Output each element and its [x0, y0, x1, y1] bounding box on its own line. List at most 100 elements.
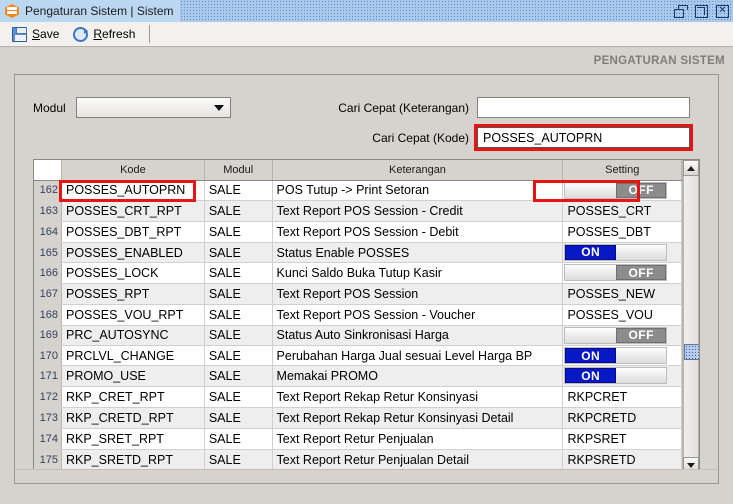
cell-setting[interactable]: OFF — [562, 180, 682, 201]
toggle-switch-on[interactable]: ON — [564, 347, 668, 365]
cell-modul[interactable]: SALE — [204, 365, 273, 387]
cell-modul[interactable]: SALE — [204, 407, 273, 429]
cell-keterangan[interactable]: Text Report Rekap Retur Konsinyasi Detai… — [272, 407, 564, 429]
cell-setting[interactable]: RKPSRETD — [562, 449, 682, 471]
cari-kode-input[interactable]: POSSES_AUTOPRN — [474, 124, 693, 151]
cell-kode[interactable]: PRCLVL_CHANGE — [61, 345, 205, 367]
cell-kode[interactable]: RKP_CRET_RPT — [61, 386, 205, 408]
cell-kode[interactable]: POSSES_VOU_RPT — [61, 304, 205, 326]
cell-keterangan[interactable]: Text Report POS Session - Debit — [272, 221, 564, 243]
scrollbar-track[interactable] — [683, 176, 699, 457]
toolbar: Save Refresh — [0, 22, 733, 47]
cell-setting[interactable]: OFF — [562, 262, 682, 284]
save-button[interactable]: Save — [8, 25, 69, 44]
close-icon[interactable]: ✕ — [716, 4, 729, 18]
cell-setting[interactable]: ON — [562, 365, 682, 387]
table-row[interactable]: 174 RKP_SRET_RPT SALE Text Report Retur Pen… — [34, 428, 682, 450]
cell-modul[interactable]: SALE — [204, 345, 273, 367]
column-header-keterangan[interactable]: Keterangan — [272, 160, 564, 181]
table-row[interactable]: 167 POSSES_RPT SALE Text Report POS Session… — [34, 283, 682, 305]
cell-modul[interactable]: SALE — [204, 386, 273, 408]
window-titlebar: Pengaturan Sistem | Sistem ✕ — [0, 0, 733, 22]
cell-keterangan[interactable]: Perubahan Harga Jual sesuai Level Harga … — [272, 345, 564, 367]
cell-kode[interactable]: RKP_CRETD_RPT — [61, 407, 205, 429]
cell-setting[interactable]: POSSES_NEW — [562, 283, 682, 305]
table-row[interactable]: 170 PRCLVL_CHANGE SALE Perubahan Harga Jual… — [34, 345, 682, 367]
vertical-scrollbar[interactable] — [682, 160, 699, 473]
cell-keterangan[interactable]: Text Report POS Session — [272, 283, 564, 305]
setting-value: RKPSRETD — [567, 452, 636, 467]
cell-keterangan[interactable]: Text Report Retur Penjualan — [272, 428, 564, 450]
cari-keterangan-input[interactable] — [477, 97, 690, 118]
toggle-switch-off[interactable]: OFF — [564, 264, 668, 282]
cell-keterangan[interactable]: Text Report Retur Penjualan Detail — [272, 449, 564, 471]
cell-keterangan[interactable]: Kunci Saldo Buka Tutup Kasir — [272, 262, 564, 284]
table-row[interactable]: 173 RKP_CRETD_RPT SALE Text Report Rekap Re… — [34, 407, 682, 429]
cell-modul[interactable]: SALE — [204, 449, 273, 471]
table-row[interactable]: 164 POSSES_DBT_RPT SALE Text Report POS Ses… — [34, 221, 682, 243]
cell-keterangan[interactable]: Text Report POS Session - Credit — [272, 200, 564, 222]
cell-modul[interactable]: SALE — [204, 304, 273, 326]
row-index: 166 — [34, 262, 62, 284]
cell-kode[interactable]: PRC_AUTOSYNC — [61, 325, 205, 347]
maximize-icon[interactable] — [695, 4, 708, 18]
table-row[interactable]: 165 POSSES_ENABLED SALE Status Enable POSSE… — [34, 242, 682, 264]
row-index: 170 — [34, 345, 62, 367]
cell-setting[interactable]: POSSES_VOU — [562, 304, 682, 326]
cell-setting[interactable]: RKPCRETD — [562, 407, 682, 429]
cell-modul[interactable]: SALE — [204, 242, 273, 264]
cell-kode[interactable]: POSSES_CRT_RPT — [61, 200, 205, 222]
cell-keterangan[interactable]: Status Auto Sinkronisasi Harga — [272, 325, 564, 347]
table-row[interactable]: 171 PROMO_USE SALE Memakai PROMO ON — [34, 365, 682, 387]
cell-modul[interactable]: SALE — [204, 180, 273, 201]
cell-modul[interactable]: SALE — [204, 200, 273, 222]
table-row[interactable]: 172 RKP_CRET_RPT SALE Text Report Rekap Ret… — [34, 386, 682, 408]
column-header-setting[interactable]: Setting — [562, 160, 682, 181]
cell-setting[interactable]: POSSES_DBT — [562, 221, 682, 243]
cell-modul[interactable]: SALE — [204, 262, 273, 284]
refresh-button[interactable]: Refresh — [69, 25, 145, 44]
cell-kode[interactable]: POSSES_ENABLED — [61, 242, 205, 264]
cari-keterangan-field-row: Cari Cepat (Keterangan) — [338, 97, 690, 118]
modul-select[interactable] — [75, 97, 231, 118]
cell-setting[interactable]: OFF — [562, 325, 682, 347]
table-row[interactable]: 175 RKP_SRETD_RPT SALE Text Report Retur Pe… — [34, 449, 682, 471]
cell-setting[interactable]: RKPCRET — [562, 386, 682, 408]
cell-kode[interactable]: POSSES_DBT_RPT — [61, 221, 205, 243]
cell-modul[interactable]: SALE — [204, 325, 273, 347]
cell-setting[interactable]: ON — [562, 345, 682, 367]
toggle-switch-off[interactable]: OFF — [564, 326, 668, 344]
cell-keterangan[interactable]: POS Tutup -> Print Setoran — [272, 180, 564, 201]
cell-kode[interactable]: RKP_SRET_RPT — [61, 428, 205, 450]
cell-kode[interactable]: PROMO_USE — [61, 365, 205, 387]
cell-kode[interactable]: POSSES_AUTOPRN — [61, 180, 205, 201]
cell-modul[interactable]: SALE — [204, 221, 273, 243]
cell-setting[interactable]: RKPSRET — [562, 428, 682, 450]
table-row[interactable]: 169 PRC_AUTOSYNC SALE Status Auto Sinkronis… — [34, 325, 682, 347]
toggle-switch-on[interactable]: ON — [564, 367, 668, 385]
scrollbar-thumb[interactable] — [684, 344, 699, 360]
cell-kode[interactable]: POSSES_RPT — [61, 283, 205, 305]
cell-keterangan[interactable]: Text Report Rekap Retur Konsinyasi — [272, 386, 564, 408]
scroll-up-button[interactable] — [683, 160, 699, 176]
cell-setting[interactable]: ON — [562, 242, 682, 264]
restore-icon[interactable] — [674, 4, 688, 18]
toggle-switch-off[interactable]: OFF — [564, 181, 668, 199]
table-row[interactable]: 166 POSSES_LOCK SALE Kunci Saldo Buka Tutup… — [34, 262, 682, 284]
settings-table-body: 162 POSSES_AUTOPRN SALE POS Tutup -> Print … — [34, 180, 682, 471]
cell-keterangan[interactable]: Status Enable POSSES — [272, 242, 564, 264]
cell-kode[interactable]: RKP_SRETD_RPT — [61, 449, 205, 471]
toggle-switch-on[interactable]: ON — [564, 243, 668, 261]
cell-keterangan[interactable]: Memakai PROMO — [272, 365, 564, 387]
table-row[interactable]: 163 POSSES_CRT_RPT SALE Text Report POS Ses… — [34, 200, 682, 222]
cell-kode[interactable]: POSSES_LOCK — [61, 262, 205, 284]
column-header-modul[interactable]: Modul — [204, 160, 273, 181]
cell-keterangan[interactable]: Text Report POS Session - Voucher — [272, 304, 564, 326]
table-row[interactable]: 168 POSSES_VOU_RPT SALE Text Report POS Ses… — [34, 304, 682, 326]
cell-modul[interactable]: SALE — [204, 283, 273, 305]
column-header-kode[interactable]: Kode — [61, 160, 205, 181]
cell-modul[interactable]: SALE — [204, 428, 273, 450]
cell-setting[interactable]: POSSES_CRT — [562, 200, 682, 222]
table-row[interactable]: 162 POSSES_AUTOPRN SALE POS Tutup -> Print … — [34, 180, 682, 201]
setting-value: POSSES_NEW — [567, 286, 655, 301]
